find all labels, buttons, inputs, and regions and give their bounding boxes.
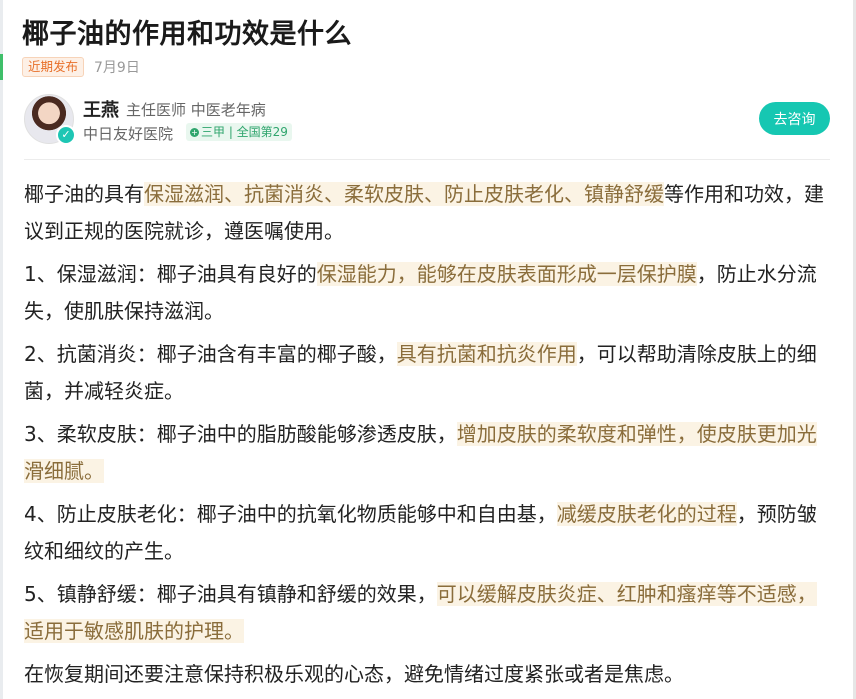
doctor-name[interactable]: 王燕 [83, 96, 119, 122]
doctor-avatar[interactable]: ✓ [24, 94, 76, 145]
paragraph: 在恢复期间还要注意保持积极乐观的心态，避免情绪过度紧张或者是焦虑。 [24, 656, 834, 693]
paragraph: 椰子油的具有保湿滋润、抗菌消炎、柔软皮肤、防止皮肤老化、镇静舒缓等作用和功效，建… [24, 176, 834, 250]
paragraph-text: 5、镇静舒缓：椰子油具有镇静和舒缓的效果， [24, 582, 437, 606]
highlight-text[interactable]: 保湿能力，能够在皮肤表面形成一层保护膜 [316, 262, 697, 286]
paragraph: 3、柔软皮肤：椰子油中的脂肪酸能够渗透皮肤，增加皮肤的柔软度和弹性，使皮肤更加光… [24, 416, 834, 490]
plus-icon: + [190, 127, 199, 137]
consult-button[interactable]: 去咨询 [759, 102, 830, 135]
left-rail-accent [0, 54, 3, 80]
doctor-titles: 主任医师 中医老年病 [126, 101, 266, 119]
paragraph: 4、防止皮肤老化：椰子油中的抗氧化物质能够中和自由基，减缓皮肤老化的过程，预防皱… [24, 496, 834, 570]
paragraph-text: 2、抗菌消炎：椰子油含有丰富的椰子酸， [24, 342, 397, 366]
hospital-rank-badge: + 三甲 | 全国第29 [186, 123, 292, 141]
page-title: 椰子油的作用和功效是什么 [22, 19, 352, 50]
divider [24, 159, 830, 160]
paragraph-text: 1、保湿滋润：椰子油具有良好的 [24, 262, 317, 286]
highlight-text[interactable]: 减缓皮肤老化的过程 [556, 502, 737, 526]
highlight-text[interactable]: 保湿滋润、抗菌消炎、柔软皮肤、防止皮肤老化、镇静舒缓 [144, 182, 664, 206]
paragraph: 5、镇静舒缓：椰子油具有镇静和舒缓的效果，可以缓解皮肤炎症、红肿和瘙痒等不适感，… [24, 576, 834, 650]
paragraph-text: 椰子油的具有 [24, 182, 144, 206]
left-rail [0, 0, 3, 699]
paragraph: 2、抗菌消炎：椰子油含有丰富的椰子酸，具有抗菌和抗炎作用，可以帮助清除皮肤上的细… [24, 336, 834, 410]
verified-icon: ✓ [56, 125, 76, 145]
paragraph-text: 3、柔软皮肤：椰子油中的脂肪酸能够渗透皮肤， [24, 422, 457, 446]
publish-date: 7月9日 [94, 60, 140, 76]
article-body: 椰子油的具有保湿滋润、抗菌消炎、柔软皮肤、防止皮肤老化、镇静舒缓等作用和功效，建… [24, 176, 834, 699]
recent-badge: 近期发布 [22, 57, 85, 77]
paragraph-text: 在恢复期间还要注意保持积极乐观的心态，避免情绪过度紧张或者是焦虑。 [24, 662, 684, 686]
hospital-rank-label: 三甲 | 全国第29 [201, 125, 288, 139]
paragraph-text: 4、防止皮肤老化：椰子油中的抗氧化物质能够中和自由基， [24, 502, 557, 526]
doctor-card: ✓ 王燕 主任医师 中医老年病 中日友好医院 + 三甲 | 全国第29 去咨询 [24, 94, 830, 145]
highlight-text[interactable]: 具有抗菌和抗炎作用 [396, 342, 577, 366]
article-meta: 近期发布 7月9日 [22, 57, 140, 77]
paragraph: 1、保湿滋润：椰子油具有良好的保湿能力，能够在皮肤表面形成一层保护膜，防止水分流… [24, 256, 834, 330]
hospital-name[interactable]: 中日友好医院 [83, 123, 173, 144]
